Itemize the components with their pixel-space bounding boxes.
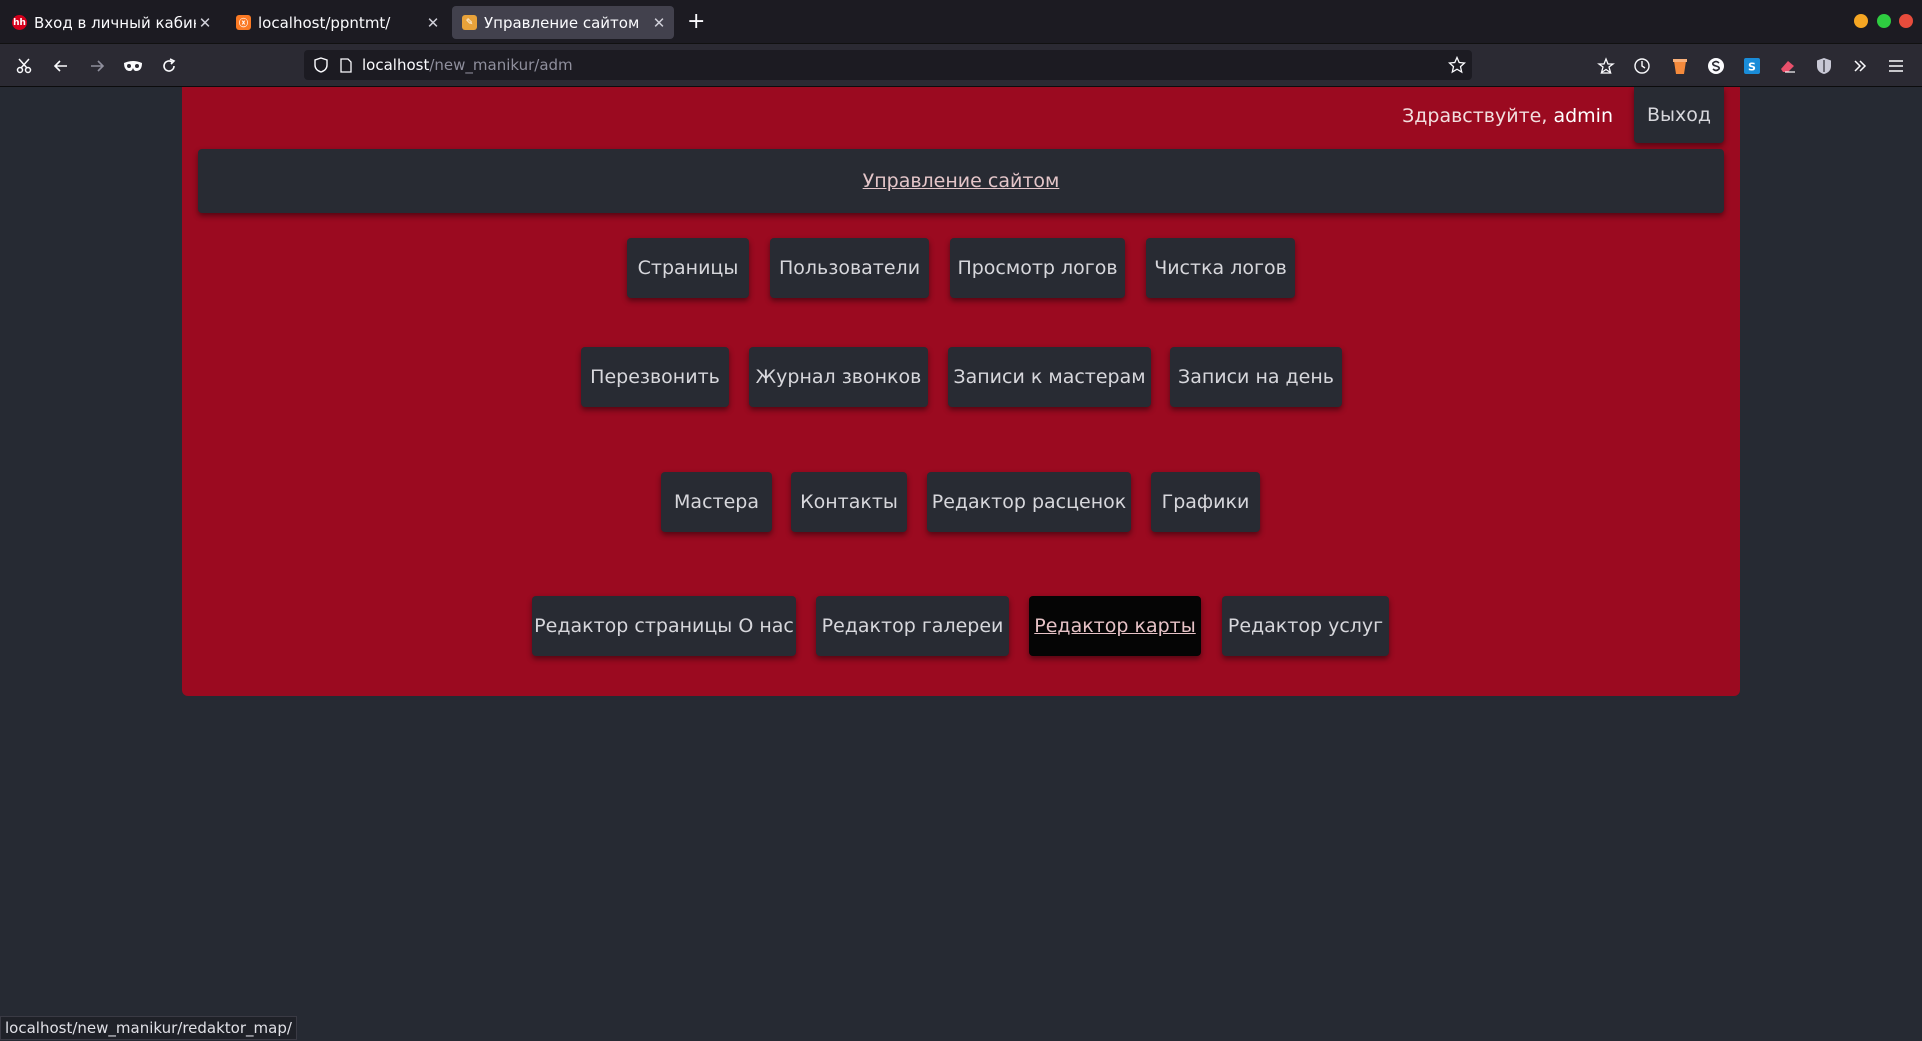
navigation-toolbar: localhost/new_manikur/adm S <box>0 44 1922 87</box>
shield-extension-icon[interactable] <box>1810 52 1838 80</box>
tab-title: Вход в личный кабин <box>34 13 196 32</box>
close-tab-icon[interactable]: ✕ <box>196 14 214 32</box>
extension-s-icon[interactable]: S <box>1738 52 1766 80</box>
close-window-button[interactable] <box>1899 14 1913 28</box>
master-appointments-button[interactable]: Записи к мастерам <box>948 347 1151 407</box>
extension-circle-icon[interactable] <box>1702 52 1730 80</box>
close-tab-icon[interactable]: ✕ <box>424 14 442 32</box>
callback-button[interactable]: Перезвонить <box>581 347 729 407</box>
username: admin <box>1553 105 1613 127</box>
close-tab-icon[interactable]: ✕ <box>650 14 668 32</box>
pages-button[interactable]: Страницы <box>627 238 749 298</box>
masters-button[interactable]: Мастера <box>661 472 772 532</box>
site-management-link[interactable]: Управление сайтом <box>863 170 1060 192</box>
minimize-window-button[interactable] <box>1854 14 1868 28</box>
hh-icon: hh <box>12 15 27 30</box>
eraser-icon[interactable] <box>1774 52 1802 80</box>
map-editor-button[interactable]: Редактор карты <box>1029 596 1201 656</box>
tab-title: localhost/ppntmt/ <box>258 13 391 32</box>
new-tab-button[interactable]: + <box>687 9 705 35</box>
tab-site-admin[interactable]: ✎ Управление сайтом ✕ <box>452 6 674 39</box>
hamburger-menu-icon[interactable] <box>1882 52 1910 80</box>
extension-cup-icon[interactable] <box>1666 52 1694 80</box>
tab-bar: hh Вход в личный кабин ✕ ⓧ localhost/ppn… <box>0 0 1922 44</box>
maximize-window-button[interactable] <box>1877 14 1891 28</box>
svg-text:S: S <box>1748 61 1756 74</box>
history-clock-icon[interactable] <box>1628 52 1656 80</box>
contacts-button[interactable]: Контакты <box>791 472 907 532</box>
daily-appointments-button[interactable]: Записи на день <box>1170 347 1342 407</box>
chevron-more-icon[interactable] <box>1846 52 1874 80</box>
schedules-button[interactable]: Графики <box>1151 472 1260 532</box>
page-icon[interactable] <box>340 57 352 73</box>
users-button[interactable]: Пользователи <box>770 238 929 298</box>
greeting: Здравствуйте, admin <box>1402 105 1613 127</box>
greeting-text: Здравствуйте, <box>1402 105 1554 127</box>
site-management-header: Управление сайтом <box>198 149 1724 213</box>
forward-arrow-icon[interactable] <box>83 52 111 80</box>
private-mask-icon[interactable] <box>119 52 147 80</box>
back-arrow-icon[interactable] <box>47 52 75 80</box>
url-path: /new_manikur/adm <box>429 56 573 74</box>
gallery-editor-button[interactable]: Редактор галереи <box>816 596 1009 656</box>
view-logs-button[interactable]: Просмотр логов <box>950 238 1125 298</box>
status-bar-url: localhost/new_manikur/redaktor_map/ <box>0 1016 297 1040</box>
reload-icon[interactable] <box>155 52 183 80</box>
about-page-editor-button[interactable]: Редактор страницы О нас <box>532 596 796 656</box>
clear-logs-button[interactable]: Чистка логов <box>1146 238 1295 298</box>
price-editor-button[interactable]: Редактор расценок <box>927 472 1131 532</box>
tab-xampp[interactable]: ⓧ localhost/ppntmt/ ✕ <box>226 6 448 39</box>
tab-title: Управление сайтом <box>484 13 640 32</box>
logout-button[interactable]: Выход <box>1634 87 1724 143</box>
url-host: localhost <box>362 56 430 74</box>
pocket-icon[interactable] <box>1592 52 1620 80</box>
services-editor-button[interactable]: Редактор услуг <box>1222 596 1389 656</box>
url-bar[interactable]: localhost/new_manikur/adm <box>304 50 1472 80</box>
bookmark-star-icon[interactable] <box>1448 56 1466 74</box>
site-icon: ✎ <box>462 15 477 30</box>
shield-icon[interactable] <box>314 57 336 73</box>
screenshot-icon[interactable] <box>10 52 38 80</box>
call-log-button[interactable]: Журнал звонков <box>749 347 928 407</box>
admin-panel: Здравствуйте, admin Выход Управление сай… <box>182 87 1740 696</box>
tab-login[interactable]: hh Вход в личный кабин ✕ <box>2 6 220 39</box>
xampp-icon: ⓧ <box>236 15 251 30</box>
